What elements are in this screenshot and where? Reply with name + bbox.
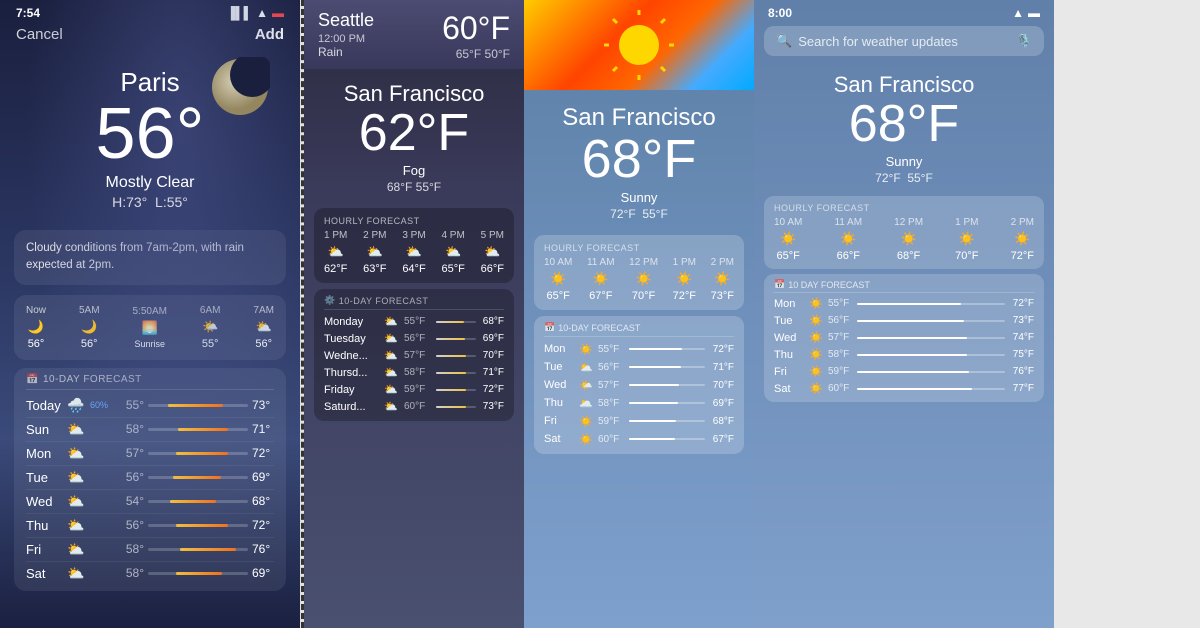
panel-sf-sunny: San Francisco 68°F Sunny 72°F 55°F Hourl… bbox=[524, 0, 754, 628]
sun-graphic bbox=[599, 5, 679, 85]
p4-hilo: 72°F 55°F bbox=[768, 171, 1040, 185]
p4-hourly-label: Hourly Forecast bbox=[774, 203, 1034, 213]
panel-seattle-sf: Seattle 12:00 PM Rain 60°F 65°F 50°F San… bbox=[304, 0, 524, 628]
p4-frow-wed: Wed ☀️ 57°F 74°F bbox=[774, 329, 1034, 346]
paris-hilo: H:73° L:55° bbox=[16, 194, 284, 210]
p3-frow-tue: Tue ⛅ 56°F 71°F bbox=[544, 358, 734, 376]
paris-condition: Mostly Clear bbox=[16, 174, 284, 192]
p2-frow-fri: Friday ⛅ 59°F 72°F bbox=[324, 381, 504, 398]
p3-h-10am: 10 AM ☀️ 65°F bbox=[544, 257, 572, 302]
search-bar[interactable]: 🔍 Search for weather updates 🎙️ bbox=[764, 26, 1044, 56]
seattle-section: Seattle 12:00 PM Rain 60°F 65°F 50°F bbox=[304, 0, 524, 69]
p4-hourly-cols: 10 AM ☀️ 65°F 11 AM ☀️ 66°F 12 PM ☀️ 68°… bbox=[774, 217, 1034, 262]
p4-condition: Sunny bbox=[768, 154, 1040, 169]
p4-frow-fri: Fri ☀️ 59°F 76°F bbox=[774, 363, 1034, 380]
p3-hourly-label: Hourly Forecast bbox=[544, 243, 734, 253]
p2-frow-thu: Thursd... ⛅ 58°F 71°F bbox=[324, 364, 504, 381]
p4-frow-tue: Tue ☀️ 56°F 73°F bbox=[774, 312, 1034, 329]
p2-frow-wed: Wedne... ⛅ 57°F 70°F bbox=[324, 347, 504, 364]
p2-forecast: ⚙️ 10-DAY FORECAST Monday ⛅ 55°F 68°F Tu… bbox=[314, 289, 514, 421]
panel-sf-search: 8:00 ▲ ▬ 🔍 Search for weather updates 🎙️… bbox=[754, 0, 1054, 628]
p3-h-2pm: 2 PM ☀️ 73°F bbox=[711, 257, 734, 302]
p2-hourly: Hourly Forecast 1 PM ⛅ 62°F 2 PM ⛅ 63°F … bbox=[314, 208, 514, 283]
p2-forecast-header: ⚙️ 10-DAY FORECAST bbox=[324, 295, 504, 310]
p3-city: San Francisco bbox=[538, 104, 740, 132]
p3-forecast-header: 📅 10-DAY FORECAST bbox=[544, 322, 734, 337]
p3-hourly: Hourly Forecast 10 AM ☀️ 65°F 11 AM ☀️ 6… bbox=[534, 235, 744, 310]
p2-sf-hilo: 68°F 55°F bbox=[318, 180, 510, 194]
p4-h-11am: 11 AM ☀️ 66°F bbox=[834, 217, 862, 262]
p4-frow-mon: Mon ☀️ 55°F 72°F bbox=[774, 295, 1034, 312]
p4-frow-thu: Thu ☀️ 58°F 75°F bbox=[774, 346, 1034, 363]
microphone-icon[interactable]: 🎙️ bbox=[1016, 33, 1032, 49]
p3-hilo: 72°F 55°F bbox=[538, 207, 740, 221]
p3-temp: 68°F bbox=[538, 132, 740, 186]
p4-status-time: 8:00 bbox=[768, 6, 792, 20]
p4-h-10am: 10 AM ☀️ 65°F bbox=[774, 217, 802, 262]
seattle-time: 12:00 PM bbox=[318, 33, 374, 45]
p2-hourly-2pm: 2 PM ⛅ 63°F bbox=[363, 230, 386, 275]
moon-icon bbox=[210, 57, 270, 117]
panel3-main: San Francisco 68°F Sunny 72°F 55°F bbox=[524, 90, 754, 229]
p4-forecast: 📅 10 DAY FORECAST Mon ☀️ 55°F 72°F Tue ☀… bbox=[764, 274, 1044, 402]
p4-h-1pm: 1 PM ☀️ 70°F bbox=[955, 217, 978, 262]
panel-paris: 7:54 ▐▌▌ ▲ ▬ Cancel Add Paris 56° Mostly… bbox=[0, 0, 300, 628]
p2-hourly-5pm: 5 PM ⛅ 66°F bbox=[481, 230, 504, 275]
p2-hourly-4pm: 4 PM ⛅ 65°F bbox=[441, 230, 464, 275]
paris-main: Paris 56° Mostly Clear H:73° L:55° bbox=[0, 47, 300, 220]
p4-h-2pm: 2 PM ☀️ 72°F bbox=[1011, 217, 1034, 262]
p4-main: San Francisco 68°F Sunny 72°F 55°F bbox=[754, 64, 1054, 191]
p2-sf-temp: 62°F bbox=[318, 107, 510, 159]
p2-frow-tue: Tuesday ⛅ 56°F 69°F bbox=[324, 330, 504, 347]
seattle-temp: 60°F bbox=[442, 10, 510, 47]
p3-hourly-cols: 10 AM ☀️ 65°F 11 AM ☀️ 67°F 12 PM ☀️ 70°… bbox=[544, 257, 734, 302]
panel2-sf-main: San Francisco 62°F Fog 68°F 55°F bbox=[304, 69, 524, 202]
seattle-city: Seattle bbox=[318, 10, 374, 31]
p4-hourly: Hourly Forecast 10 AM ☀️ 65°F 11 AM ☀️ 6… bbox=[764, 196, 1044, 269]
p3-h-12pm: 12 PM ☀️ 70°F bbox=[629, 257, 658, 302]
p3-forecast: 📅 10-DAY FORECAST Mon ☀️ 55°F 72°F Tue ⛅… bbox=[534, 316, 744, 454]
p2-frow-sat: Saturd... ⛅ 60°F 73°F bbox=[324, 398, 504, 415]
p2-frow-mon: Monday ⛅ 55°F 68°F bbox=[324, 313, 504, 330]
p4-status-icons: ▲ ▬ bbox=[1012, 6, 1040, 20]
seattle-condition: Rain bbox=[318, 45, 374, 59]
p4-battery-icon: ▬ bbox=[1028, 6, 1040, 20]
p2-hourly-cols: 1 PM ⛅ 62°F 2 PM ⛅ 63°F 3 PM ⛅ 64°F 4 PM… bbox=[324, 230, 504, 275]
p4-status-bar: 8:00 ▲ ▬ bbox=[754, 0, 1054, 22]
search-icon: 🔍 bbox=[776, 33, 792, 49]
p3-frow-mon: Mon ☀️ 55°F 72°F bbox=[544, 340, 734, 358]
p2-hourly-label: Hourly Forecast bbox=[324, 216, 504, 226]
p3-condition: Sunny bbox=[538, 190, 740, 205]
search-placeholder: Search for weather updates bbox=[798, 34, 1010, 49]
p3-frow-sat: Sat ☀️ 60°F 67°F bbox=[544, 430, 734, 448]
p4-frow-sat: Sat ☀️ 60°F 77°F bbox=[774, 380, 1034, 397]
p2-hourly-1pm: 1 PM ⛅ 62°F bbox=[324, 230, 347, 275]
p3-h-1pm: 1 PM ☀️ 72°F bbox=[673, 257, 696, 302]
p3-h-11am: 11 AM ☀️ 67°F bbox=[587, 257, 615, 302]
p2-hourly-3pm: 3 PM ⛅ 64°F bbox=[402, 230, 425, 275]
p4-temp: 68°F bbox=[768, 98, 1040, 150]
p3-frow-wed: Wed 🌤️ 57°F 70°F bbox=[544, 376, 734, 394]
p4-wifi-icon: ▲ bbox=[1012, 6, 1024, 20]
seattle-hilo: 65°F 50°F bbox=[442, 47, 510, 61]
p3-frow-fri: Fri ☀️ 59°F 68°F bbox=[544, 412, 734, 430]
p4-forecast-header: 📅 10 DAY FORECAST bbox=[774, 279, 1034, 293]
p3-frow-thu: Thu 🌥️ 58°F 69°F bbox=[544, 394, 734, 412]
p2-sf-cond: Fog bbox=[318, 163, 510, 178]
panel3-top-image bbox=[524, 0, 754, 90]
p4-h-12pm: 12 PM ☀️ 68°F bbox=[894, 217, 923, 262]
